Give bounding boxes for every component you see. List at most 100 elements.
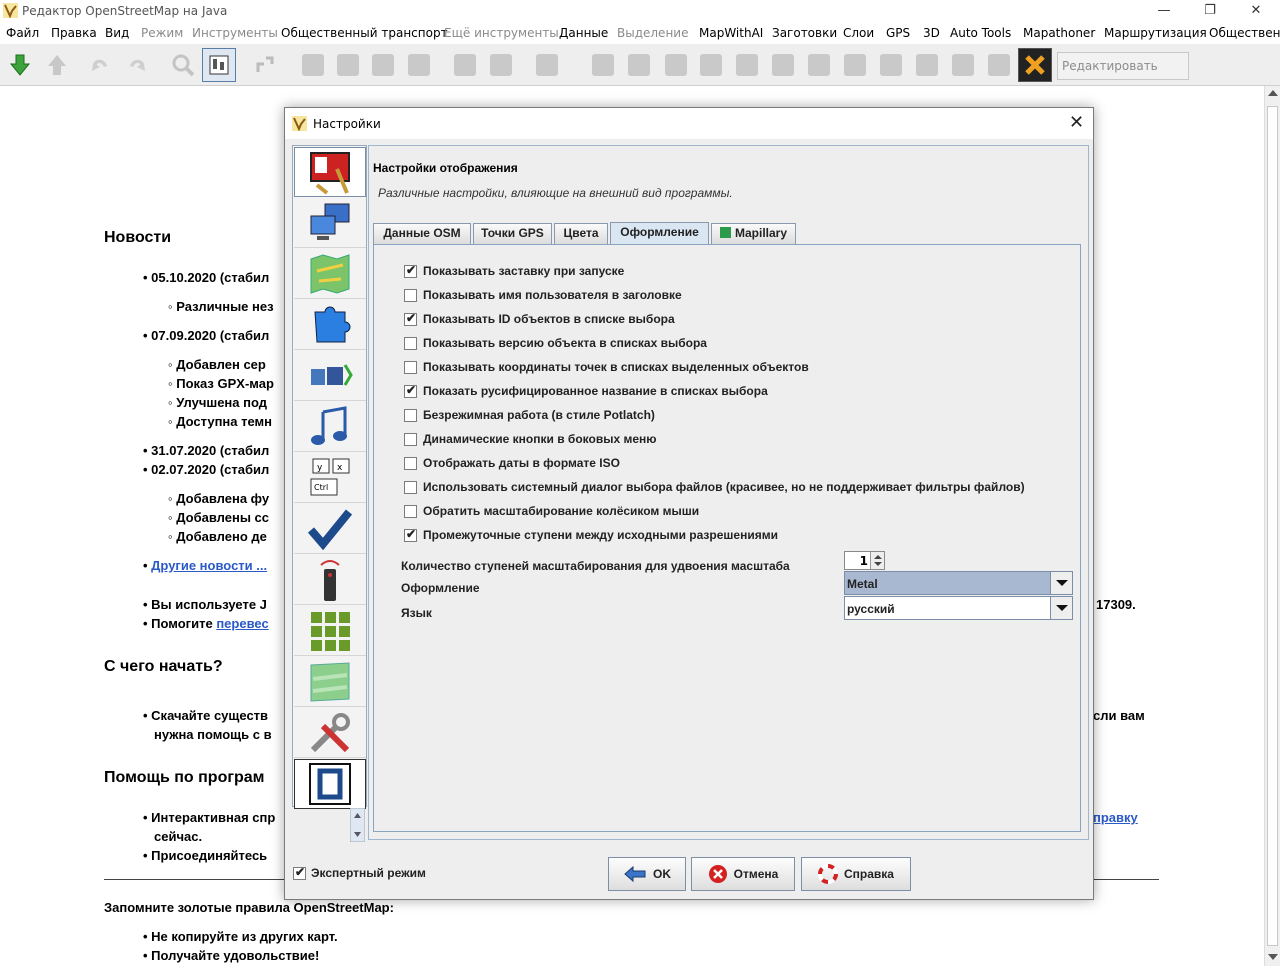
- chevron-down-icon[interactable]: [1050, 597, 1072, 619]
- menu-mapwithai[interactable]: MapWithAI: [699, 26, 763, 40]
- menu-public-transport[interactable]: Общественный транспорт: [281, 26, 448, 40]
- redo-button[interactable]: [120, 48, 154, 82]
- menu-edit[interactable]: Правка: [51, 26, 97, 40]
- preset-14-button[interactable]: [910, 48, 944, 82]
- checkbox-box[interactable]: [404, 432, 417, 446]
- menu-3d[interactable]: 3D: [923, 26, 940, 40]
- sidebar-advanced[interactable]: [294, 708, 366, 758]
- preset-8-button[interactable]: [694, 48, 728, 82]
- help-button[interactable]: Справка: [801, 857, 911, 891]
- spinner-arrows-icon[interactable]: [870, 552, 884, 569]
- more-news-link[interactable]: Другие новости ...: [151, 558, 267, 573]
- checkbox-box[interactable]: [404, 288, 417, 302]
- sidebar-map[interactable]: [294, 249, 366, 299]
- restaurant-preset-button[interactable]: [530, 48, 564, 82]
- sidebar-audio[interactable]: [294, 402, 366, 452]
- menu-selection[interactable]: Выделение: [617, 26, 688, 40]
- sidebar-remote-control[interactable]: [294, 555, 366, 605]
- expert-mode-checkbox[interactable]: Экспертный режим: [293, 865, 426, 880]
- scroll-down-arrow-icon[interactable]: [1268, 954, 1278, 960]
- split-button[interactable]: [248, 48, 282, 82]
- sidebar-plugins[interactable]: [294, 300, 366, 350]
- menu-more-tools[interactable]: Ещё инструменты: [444, 26, 559, 40]
- menu-gps[interactable]: GPS: [886, 26, 910, 40]
- tool-1-button[interactable]: [296, 48, 330, 82]
- sidebar-display-settings[interactable]: [294, 147, 366, 197]
- menu-routing[interactable]: Маршрутизация: [1104, 26, 1207, 40]
- checkbox-show-id[interactable]: Показывать ID объектов в списке выбора: [404, 311, 675, 327]
- menu-public-2[interactable]: Общественн: [1209, 26, 1280, 40]
- checkbox-box[interactable]: [404, 383, 417, 398]
- preset-6-button[interactable]: [622, 48, 656, 82]
- menu-file[interactable]: Файл: [6, 26, 39, 40]
- checkbox-box[interactable]: [404, 504, 417, 518]
- checkbox-username-title[interactable]: Показывать имя пользователя в заголовке: [404, 287, 682, 303]
- checkbox-localized-name[interactable]: Показать русифицированное название в спи…: [404, 383, 768, 399]
- checkbox-show-coords[interactable]: Показывать координаты точек в списках вы…: [404, 359, 809, 375]
- chevron-down-icon[interactable]: [1050, 572, 1072, 594]
- sidebar-scroll[interactable]: [349, 807, 366, 843]
- checkbox-box[interactable]: [404, 360, 417, 374]
- dialog-close-button[interactable]: ✕: [1069, 112, 1084, 133]
- sidebar-remote[interactable]: [294, 351, 366, 401]
- preset-12-button[interactable]: [838, 48, 872, 82]
- checkbox-box[interactable]: [404, 311, 417, 326]
- menu-view[interactable]: Вид: [105, 26, 129, 40]
- checkbox-box[interactable]: [404, 336, 417, 350]
- tab-colors[interactable]: Цвета: [554, 223, 608, 244]
- menu-mode[interactable]: Режим: [141, 26, 183, 40]
- checkbox-iso-dates[interactable]: Отображать даты в формате ISO: [404, 455, 620, 471]
- ok-button[interactable]: OK: [608, 857, 686, 891]
- undo-button[interactable]: [83, 48, 117, 82]
- bus-preset-button[interactable]: [484, 48, 518, 82]
- industrial-preset-button[interactable]: [586, 48, 620, 82]
- minimize-button[interactable]: —: [1141, 0, 1187, 22]
- checkbox-native-file-dialog[interactable]: Использовать системный диалог выбора фай…: [404, 479, 1025, 495]
- tab-mapillary[interactable]: Mapillary: [711, 223, 796, 244]
- checkbox-dynamic-buttons[interactable]: Динамические кнопки в боковых меню: [404, 431, 657, 447]
- checkbox-modeless[interactable]: Безрежимная работа (в стиле Potlatch): [404, 407, 655, 423]
- page-scrollbar[interactable]: [1264, 86, 1280, 966]
- sidebar-validator[interactable]: [294, 504, 366, 554]
- checkbox-box[interactable]: [404, 263, 417, 278]
- menu-data[interactable]: Данные: [559, 26, 608, 40]
- zoom-button[interactable]: [166, 48, 200, 82]
- menu-mapathoner[interactable]: Mapathoner: [1023, 26, 1095, 40]
- forest-preset-button[interactable]: [730, 48, 764, 82]
- cancel-button[interactable]: Отмена: [691, 857, 795, 891]
- preferences-toolbar-button[interactable]: [202, 48, 236, 82]
- checkbox-box[interactable]: [404, 527, 417, 542]
- language-combobox[interactable]: русский: [844, 596, 1073, 620]
- menu-auto-tools[interactable]: Auto Tools: [950, 26, 1011, 40]
- close-window-button[interactable]: ✕: [1233, 0, 1279, 22]
- restore-button[interactable]: ❐: [1187, 0, 1233, 22]
- translate-link[interactable]: перевес: [216, 616, 268, 631]
- checkbox-intermediate-steps[interactable]: Промежуточные ступени между исходными ра…: [404, 527, 778, 543]
- help-link[interactable]: правку: [1093, 810, 1138, 825]
- tab-osm-data[interactable]: Данные OSM: [373, 223, 471, 244]
- checkbox-splash[interactable]: Показывать заставку при запуске: [404, 263, 624, 279]
- sidebar-connection[interactable]: [294, 198, 366, 248]
- farmland-preset-button[interactable]: [802, 48, 836, 82]
- preset-16-button[interactable]: [982, 48, 1016, 82]
- checkbox-box[interactable]: [404, 456, 417, 470]
- tool-2-button[interactable]: [331, 48, 365, 82]
- preset-7-button[interactable]: [659, 48, 693, 82]
- checkbox-box[interactable]: [404, 480, 417, 494]
- sidebar-imagery[interactable]: [294, 606, 366, 656]
- menu-layers[interactable]: Слои: [843, 26, 874, 40]
- tab-look-and-feel[interactable]: Оформление: [610, 222, 709, 245]
- sidebar-map-paint[interactable]: [294, 657, 366, 707]
- checkbox-show-version[interactable]: Показывать версию объекта в списках выбо…: [404, 335, 707, 351]
- checkbox-box[interactable]: [404, 408, 417, 422]
- menu-presets[interactable]: Заготовки: [772, 26, 837, 40]
- zoom-steps-spinner[interactable]: 1: [844, 551, 885, 570]
- sidebar-shortcuts[interactable]: y x Ctrl: [294, 453, 366, 503]
- download-button[interactable]: [3, 48, 37, 82]
- preset-15-button[interactable]: [946, 48, 980, 82]
- tool-3-button[interactable]: [366, 48, 400, 82]
- sidebar-mapathoner[interactable]: [294, 759, 366, 809]
- menu-tools[interactable]: Инструменты: [192, 26, 278, 40]
- preset-13-button[interactable]: [874, 48, 908, 82]
- preset-10-button[interactable]: [766, 48, 800, 82]
